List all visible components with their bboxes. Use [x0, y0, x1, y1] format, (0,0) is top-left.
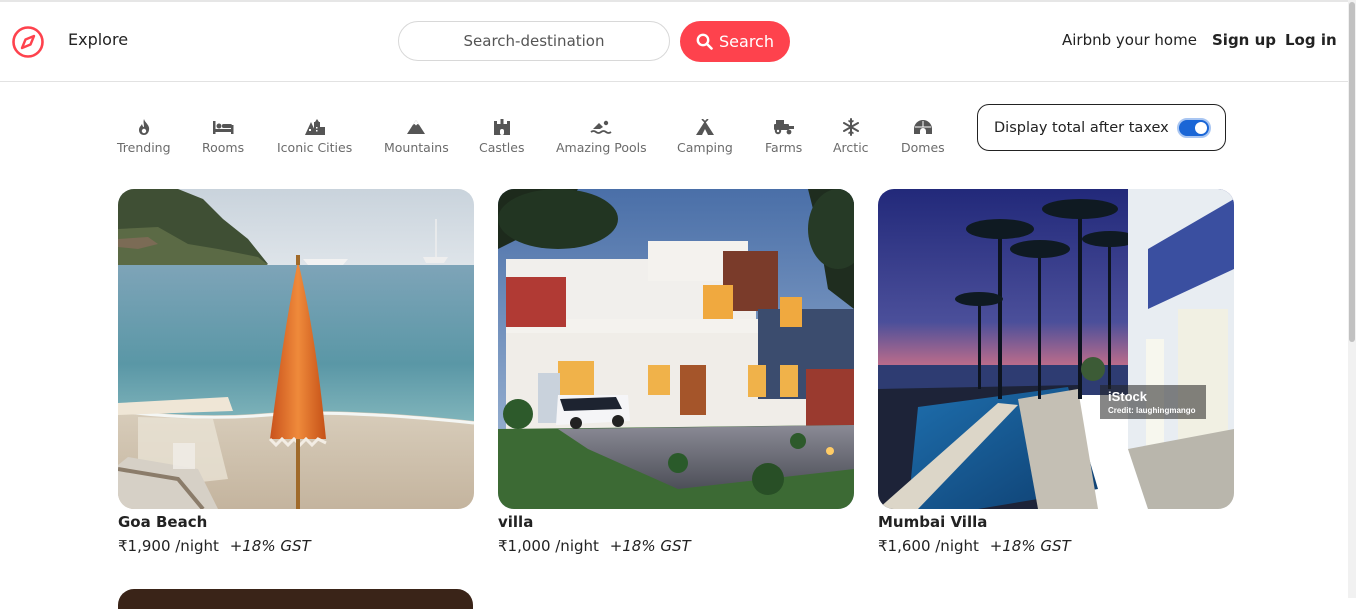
filter-label: Rooms [202, 140, 245, 155]
snowflake-icon [842, 116, 860, 138]
listing-price-row: ₹1,600 /night +18% GST [878, 537, 1234, 555]
filter-rooms[interactable]: Rooms [202, 116, 244, 155]
airbnb-your-home-link[interactable]: Airbnb your home [1062, 31, 1197, 49]
listing-price: ₹1,900 /night [118, 537, 219, 555]
search-input[interactable] [398, 21, 670, 61]
listing-title: Goa Beach [118, 513, 208, 531]
listing-card[interactable]: Goa Beach ₹1,900 /night +18% GST [118, 189, 474, 555]
listing-price-row: ₹1,900 /night +18% GST [118, 537, 474, 555]
compass-logo-icon[interactable] [11, 25, 45, 59]
search-button-label: Search [719, 32, 774, 51]
listing-image-partial[interactable] [118, 589, 473, 609]
search-icon [696, 33, 713, 50]
listing-image-beach[interactable] [118, 189, 474, 509]
login-link[interactable]: Log in [1285, 31, 1337, 49]
filter-castles[interactable]: Castles [479, 116, 524, 155]
filter-domes[interactable]: Domes [901, 116, 945, 155]
filter-label: Camping [677, 140, 733, 155]
filter-trending[interactable]: Trending [117, 116, 171, 155]
tax-toggle-switch[interactable] [1177, 118, 1211, 138]
filter-label: Farms [765, 140, 803, 155]
tractor-icon [773, 116, 795, 138]
scrollbar-thumb[interactable] [1349, 2, 1355, 342]
listing-gst: +18% GST [989, 537, 1071, 555]
fire-icon [136, 116, 152, 138]
listing-card[interactable]: iStock Credit: laughingmango Mumbai Vill… [878, 189, 1234, 555]
filter-iconic-cities[interactable]: Iconic Cities [277, 116, 352, 155]
filter-camping[interactable]: Camping [677, 116, 733, 155]
tax-toggle-label: Display total after taxex [994, 119, 1169, 136]
mountain-icon [406, 116, 426, 138]
city-icon [304, 116, 326, 138]
listing-gst: +18% GST [229, 537, 311, 555]
igloo-icon [913, 116, 933, 138]
listing-price-row: ₹1,000 /night +18% GST [498, 537, 854, 555]
navbar: Explore Search Airbnb your home Sign up … [0, 2, 1348, 82]
filter-label: Mountains [384, 140, 449, 155]
tent-icon [695, 116, 715, 138]
listing-gst: +18% GST [609, 537, 691, 555]
filter-label: Arctic [833, 140, 869, 155]
switch-knob [1195, 122, 1207, 134]
filter-label: Iconic Cities [277, 140, 353, 155]
swimmer-icon [590, 116, 612, 138]
filter-arctic[interactable]: Arctic [833, 116, 869, 155]
filter-farms[interactable]: Farms [765, 116, 802, 155]
listing-image-villa[interactable] [498, 189, 854, 509]
listing-image-mumbai-villa[interactable]: iStock Credit: laughingmango [878, 189, 1234, 509]
tax-toggle-box[interactable]: Display total after taxex [977, 104, 1226, 151]
filter-label: Trending [117, 140, 171, 155]
filter-mountains[interactable]: Mountains [384, 116, 449, 155]
explore-link[interactable]: Explore [68, 30, 128, 49]
scrollbar[interactable] [1348, 0, 1356, 598]
listing-price: ₹1,600 /night [878, 537, 979, 555]
watermark-credit: Credit: laughingmango [1108, 406, 1196, 415]
listing-title: Mumbai Villa [878, 513, 988, 531]
search-button[interactable]: Search [680, 21, 790, 62]
signup-link[interactable]: Sign up [1212, 31, 1276, 49]
filter-amazing-pools[interactable]: Amazing Pools [556, 116, 647, 155]
castle-icon [493, 116, 511, 138]
filter-label: Domes [901, 140, 945, 155]
filter-label: Amazing Pools [556, 140, 647, 155]
listing-price: ₹1,000 /night [498, 537, 599, 555]
filter-label: Castles [479, 140, 525, 155]
listing-title: villa [498, 513, 534, 531]
watermark-brand: iStock [1108, 389, 1148, 404]
bed-icon [212, 116, 234, 138]
listing-card[interactable]: villa ₹1,000 /night +18% GST [498, 189, 854, 555]
